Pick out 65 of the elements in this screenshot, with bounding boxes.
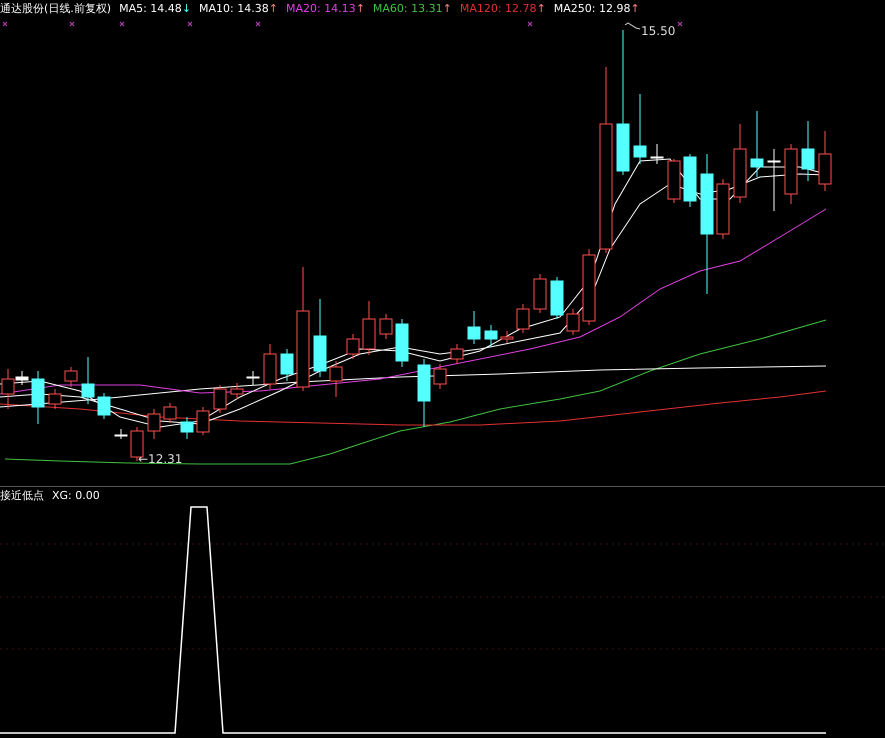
candlestick (534, 274, 546, 314)
marker-icon (70, 22, 74, 26)
candlestick (484, 324, 498, 348)
marker-icon (528, 22, 532, 26)
candlestick (180, 416, 194, 440)
candlestick (396, 318, 408, 368)
candlestick (768, 148, 780, 212)
stock-title: 通达股份(日线.前复权) (0, 1, 112, 17)
candlestick (380, 314, 392, 340)
candlestick (196, 406, 210, 436)
candlestick (516, 304, 530, 334)
candlestick (64, 366, 78, 388)
leader-line (624, 22, 640, 30)
indicator-value: MA20: 14.13 (286, 1, 356, 17)
candlestick (214, 384, 226, 414)
candlestick (32, 370, 44, 424)
indicator-title: 接近低点 (0, 488, 44, 504)
candlestick (650, 144, 664, 164)
candlestick (468, 310, 480, 344)
candlestick (668, 158, 680, 204)
indicator-value: MA60: 13.31 (372, 1, 443, 17)
indicator-value: MA250: 12.98 (554, 1, 630, 17)
candlestick (164, 402, 176, 424)
marker-icon (2, 22, 8, 26)
candlestick (802, 120, 814, 182)
candlestick (634, 94, 646, 164)
candlestick (784, 144, 798, 204)
candlestick (98, 392, 110, 420)
candlestick (346, 334, 360, 360)
candlestick (362, 300, 376, 356)
indicator-value: MA10: 14.38 (199, 1, 269, 17)
marker-icon (120, 22, 124, 26)
trend-arrow: ↑ (630, 1, 640, 17)
indicator-value: MA120: 12.78 (460, 1, 537, 17)
candlestick (716, 178, 730, 240)
trend-arrow: ↑ (536, 1, 546, 17)
candlestick (264, 344, 276, 390)
candlestick (230, 382, 244, 400)
low-price-label: ←12.31 (138, 452, 182, 466)
candlestick (114, 428, 128, 440)
marker-icon (678, 22, 682, 26)
trend-arrow: ↑ (356, 1, 365, 17)
high-price-label: 15.50 (641, 24, 676, 38)
marker-icon (256, 22, 260, 26)
candlestick (566, 308, 580, 336)
indicator-value: XG: 0.00 (52, 488, 100, 504)
candlestick (48, 388, 62, 410)
candlestick (148, 408, 160, 440)
candlestick (82, 356, 94, 404)
trend-arrow: ↑ (442, 1, 452, 17)
candlestick (280, 348, 294, 382)
candlestick (330, 360, 342, 398)
candlestick (434, 364, 446, 390)
candlestick (418, 358, 430, 428)
candlestick (818, 130, 832, 192)
trend-arrow: ↑ (268, 1, 278, 17)
marker-icon (188, 22, 192, 26)
trend-arrow: ↓ (182, 1, 192, 17)
candlestick (684, 154, 696, 208)
candlestick (550, 276, 564, 320)
candlestick (750, 110, 764, 178)
candlestick (500, 330, 514, 344)
candlestick (246, 370, 260, 386)
candlestick (450, 344, 464, 364)
indicator-value: MA5: 14.48 (119, 1, 182, 17)
